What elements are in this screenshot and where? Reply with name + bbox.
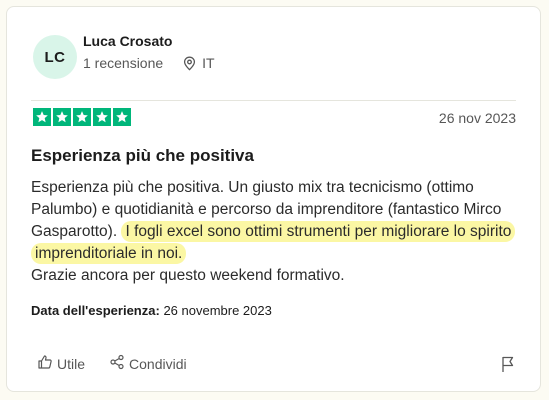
useful-label: Utile (57, 355, 86, 372)
review-card: LC Luca Crosato 1 recensione IT 26 nov 2… (6, 6, 541, 392)
review-date: 26 nov 2023 (438, 110, 516, 126)
reviewer-country: IT (202, 55, 215, 71)
reviewer-name[interactable]: Luca Crosato (83, 33, 172, 49)
experience-date-value: 26 novembre 2023 (163, 303, 272, 318)
star-rating (33, 108, 131, 126)
review-body-closing: Grazie ancora per questo weekend formati… (31, 267, 345, 284)
star-icon (53, 108, 71, 126)
share-button[interactable]: Condividi (109, 354, 187, 373)
review-count: 1 recensione (83, 55, 164, 71)
experience-date-row: Data dell'esperienza: 26 novembre 2023 (31, 303, 272, 318)
reviewer-meta: 1 recensione IT (83, 55, 215, 71)
divider (31, 100, 516, 101)
location-pin-icon (183, 56, 196, 71)
useful-button[interactable]: Utile (37, 354, 85, 373)
share-label: Condividi (129, 355, 187, 372)
thumbs-up-icon (37, 354, 57, 373)
avatar[interactable]: LC (33, 35, 77, 79)
report-flag-icon[interactable] (500, 355, 516, 378)
star-icon (113, 108, 131, 126)
star-icon (73, 108, 91, 126)
review-title[interactable]: Esperienza più che positiva (31, 146, 254, 166)
experience-date-label: Data dell'esperienza: (31, 303, 160, 318)
review-body: Esperienza più che positiva. Un giusto m… (31, 177, 526, 287)
star-icon (93, 108, 111, 126)
star-icon (33, 108, 51, 126)
review-actions: Utile Condividi (37, 354, 211, 373)
share-icon (109, 354, 129, 373)
